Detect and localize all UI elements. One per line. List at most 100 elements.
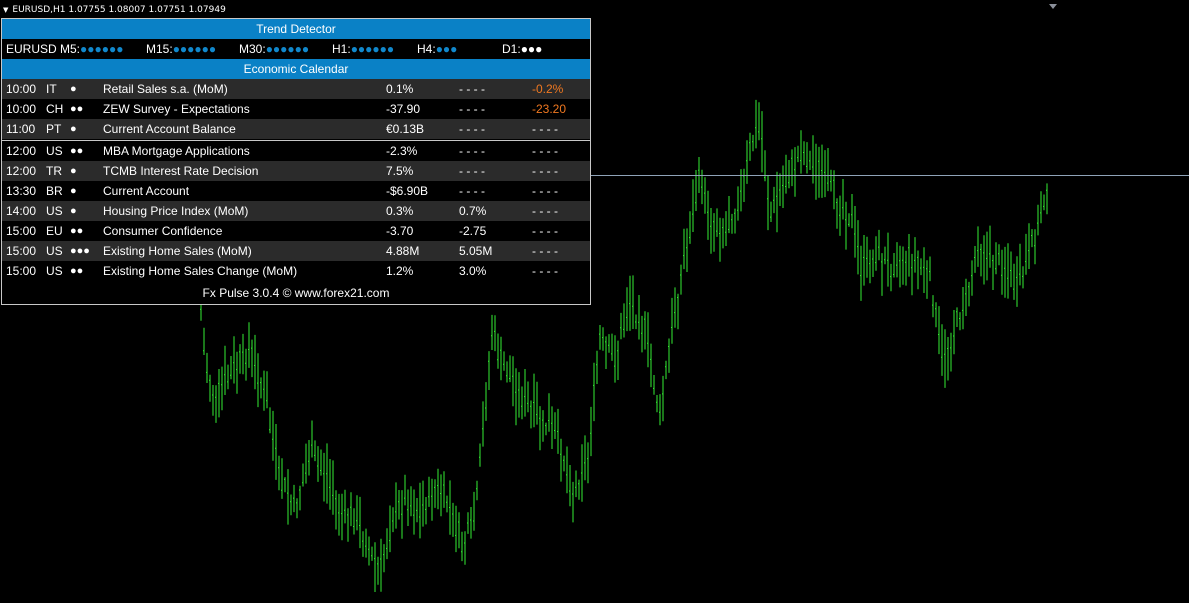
event-actual: -3.70 [386,224,414,238]
event-country: EU [46,224,63,238]
event-importance: ●● [70,225,84,237]
trend-tf-m15: M15:●●●●●● [146,42,217,56]
chart-shift-marker-icon[interactable] [1049,4,1057,9]
trend-symbol: EURUSD [6,42,57,56]
event-previous: - - - - [532,244,558,258]
event-country: IT [46,82,57,96]
event-name: MBA Mortgage Applications [103,144,250,158]
event-time: 15:00 [6,244,37,258]
event-country: US [46,244,63,258]
event-country: US [46,204,63,218]
event-name: Consumer Confidence [103,224,223,238]
event-name: Current Account Balance [103,122,236,136]
fx-pulse-panel: Trend Detector EURUSD M5:●●●●●● M15:●●●●… [1,18,591,305]
trend-tf-m5: M5:●●●●●● [60,42,124,56]
event-country: US [46,264,63,278]
event-previous: - - - - [532,264,558,278]
event-time: 12:00 [6,144,37,158]
event-previous: -0.2% [532,82,564,96]
trend-tf-m30: M30:●●●●●● [239,42,310,56]
event-importance: ● [70,205,77,217]
event-previous: - - - - [532,164,558,178]
panel-footer: Fx Pulse 3.0.4 © www.forex21.com [2,283,590,303]
event-previous: - - - - [532,122,558,136]
calendar-event-row: 14:00 US ● Housing Price Index (MoM) 0.3% 0.7… [2,201,590,221]
event-name: ZEW Survey - Expectations [103,102,250,116]
event-time: 15:00 [6,224,37,238]
event-previous: - - - - [532,224,558,238]
event-name: Existing Home Sales (MoM) [103,244,252,258]
symbol-info-line: ▼ EURUSD,H1 1.07755 1.08007 1.07751 1.079… [3,5,226,15]
trend-tf-d1: D1:●●● [502,42,543,56]
event-forecast: - - - - [459,82,485,96]
event-actual: 0.1% [386,82,414,96]
event-country: US [46,144,63,158]
event-forecast: - - - - [459,164,485,178]
event-previous: - - - - [532,144,558,158]
calendar-event-row: 10:00 IT ● Retail Sales s.a. (MoM) 0.1% - - -… [2,79,590,99]
event-importance: ●● [70,145,84,157]
event-name: Retail Sales s.a. (MoM) [103,82,228,96]
event-importance: ● [70,83,77,95]
event-name: Existing Home Sales Change (MoM) [103,264,298,278]
symbol-ohlc-text: EURUSD,H1 1.07755 1.08007 1.07751 1.0794… [12,5,226,15]
event-actual: 7.5% [386,164,414,178]
event-time: 12:00 [6,164,37,178]
event-importance: ●● [70,103,84,115]
event-forecast: - - - - [459,102,485,116]
event-previous: - - - - [532,204,558,218]
event-country: TR [46,164,62,178]
calendar-event-row: 13:30 BR ● Current Account -$6.90B - - - - - -… [2,181,590,201]
event-actual: 0.3% [386,204,414,218]
event-forecast: - - - - [459,184,485,198]
event-importance: ●● [70,265,84,277]
event-name: Current Account [103,184,190,198]
economic-calendar-header: Economic Calendar [2,59,590,79]
trend-tf-h1: H1:●●●●●● [332,42,395,56]
calendar-event-row: 15:00 US ●● Existing Home Sales Change (MoM… [2,261,590,281]
trend-tf-h4: H4:●●● [417,42,458,56]
event-actual: -2.3% [386,144,418,158]
calendar-event-row: 10:00 CH ●● ZEW Survey - Expectations -37.90… [2,99,590,119]
trend-dots: ●●●●●● [172,42,217,56]
trend-dots: ●●●●●● [350,42,395,56]
event-time: 14:00 [6,204,37,218]
event-actual: €0.13B [386,122,425,136]
event-name: TCMB Interest Rate Decision [103,164,259,178]
event-importance: ● [70,185,77,197]
calendar-event-row: 15:00 EU ●● Consumer Confidence -3.70 -2.75 - … [2,221,590,241]
event-country: PT [46,122,62,136]
calendar-now-separator [2,140,590,141]
event-actual: 4.88M [386,244,420,258]
event-country: BR [46,184,63,198]
event-time: 13:30 [6,184,37,198]
event-actual: 1.2% [386,264,414,278]
event-previous: -23.20 [532,102,567,116]
trend-detector-row: EURUSD M5:●●●●●● M15:●●●●●● M30:●●●●●● H… [2,39,590,59]
event-importance: ●●● [70,245,90,257]
trend-dots: ●●● [520,42,543,56]
calendar-event-row: 12:00 US ●● MBA Mortgage Applications -2.3% -… [2,141,590,161]
trend-detector-header: Trend Detector [2,19,590,39]
event-actual: -$6.90B [386,184,429,198]
trend-dots: ●●● [435,42,458,56]
trend-dots: ●●●●●● [265,42,310,56]
event-forecast: 0.7% [459,204,487,218]
event-country: CH [46,102,64,116]
event-time: 11:00 [6,122,36,136]
event-forecast: - - - - [459,122,485,136]
calendar-event-row: 12:00 TR ● TCMB Interest Rate Decision 7.5% -… [2,161,590,181]
event-previous: - - - - [532,184,558,198]
event-time: 15:00 [6,264,37,278]
event-forecast: 5.05M [459,244,493,258]
collapse-triangle-icon[interactable]: ▼ [3,6,8,14]
event-time: 10:00 [6,102,37,116]
event-importance: ● [70,165,77,177]
trend-dots: ●●●●●● [80,42,124,56]
event-importance: ● [70,123,77,135]
event-forecast: -2.75 [459,224,487,238]
event-forecast: - - - - [459,144,485,158]
calendar-event-row: 11:00 PT ● Current Account Balance €0.13B - -… [2,119,590,139]
event-actual: -37.90 [386,102,421,116]
event-forecast: 3.0% [459,264,487,278]
